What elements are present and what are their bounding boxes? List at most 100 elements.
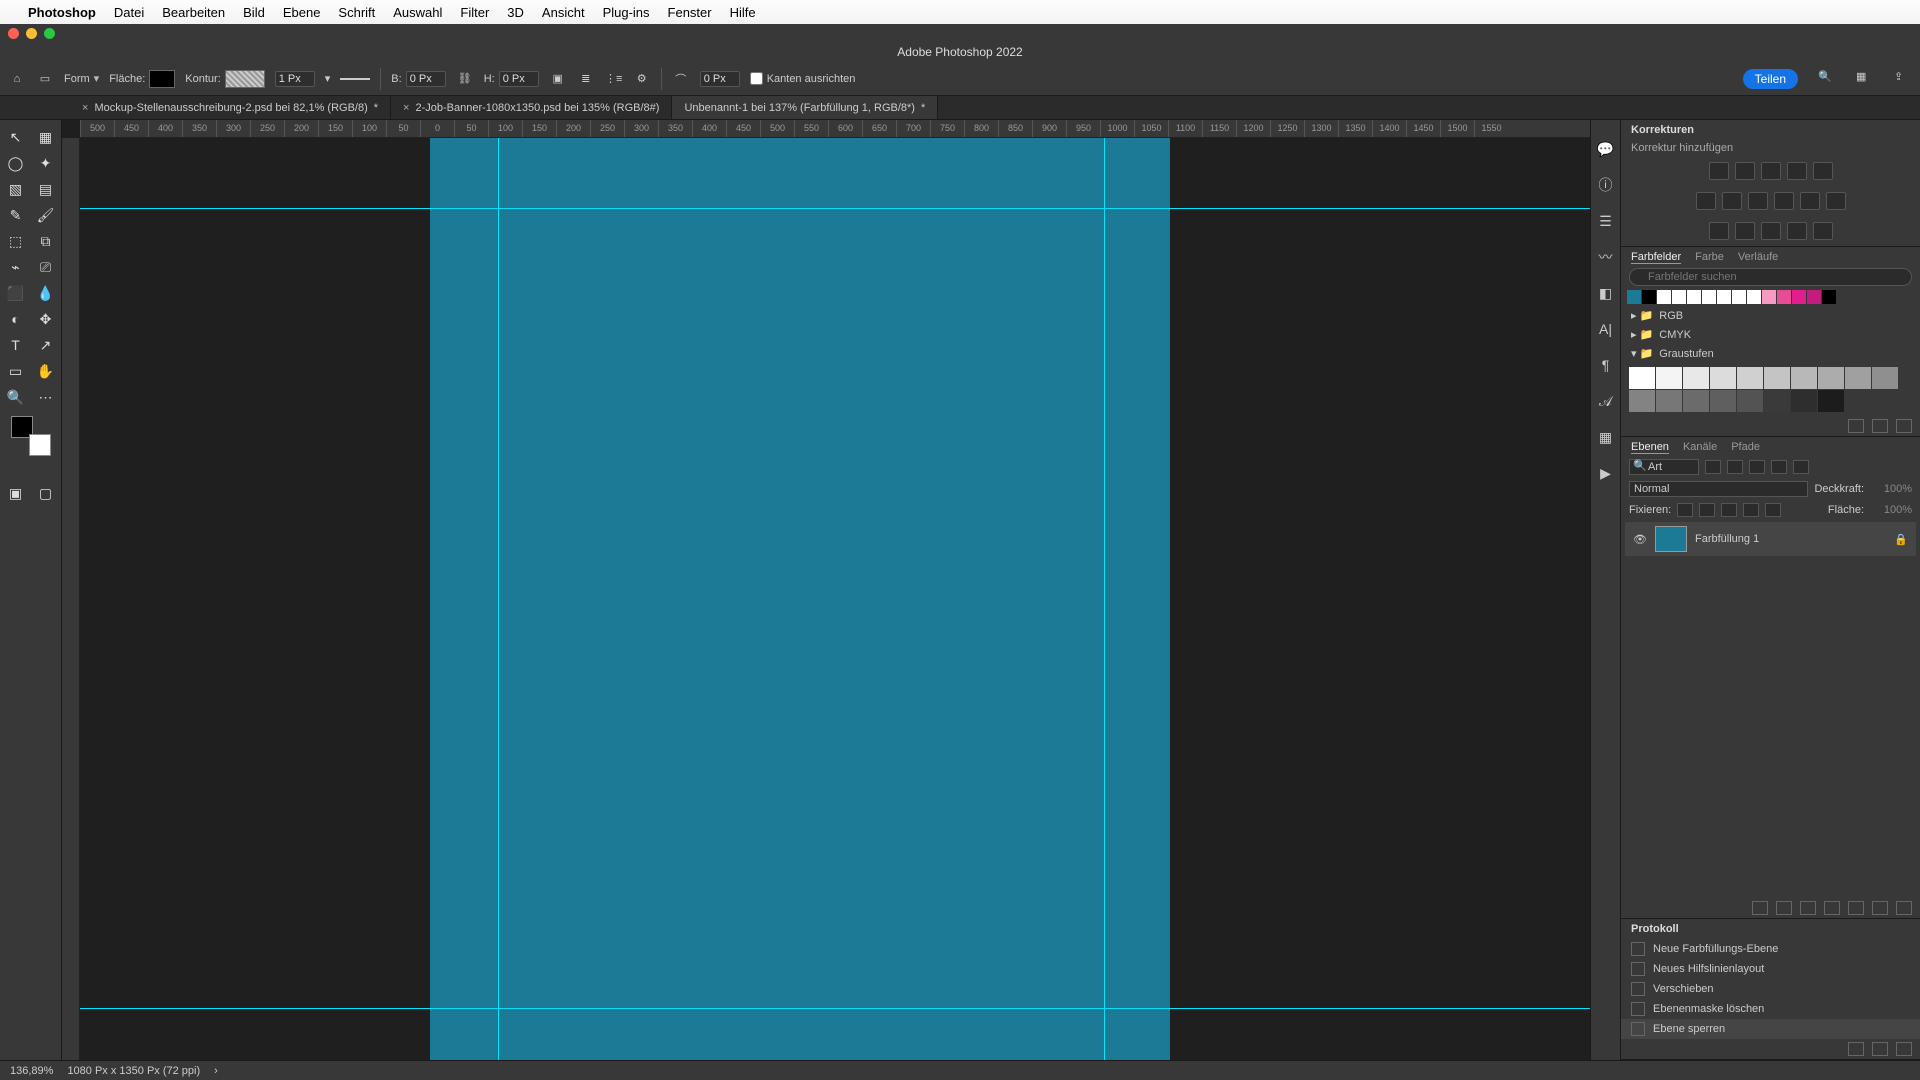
photo-filter-icon[interactable] bbox=[1774, 192, 1794, 210]
pen-tool[interactable]: ✥ bbox=[31, 306, 61, 332]
menu-window[interactable]: Fenster bbox=[668, 5, 712, 20]
swatch[interactable] bbox=[1737, 367, 1763, 389]
actions-panel-icon[interactable]: ▶ bbox=[1597, 464, 1615, 482]
guide-horizontal[interactable] bbox=[80, 1008, 1590, 1009]
dodge-tool[interactable]: ◐ bbox=[1, 306, 31, 332]
swatch[interactable] bbox=[1683, 390, 1709, 412]
tab-layers[interactable]: Ebenen bbox=[1631, 441, 1669, 454]
swatch[interactable] bbox=[1792, 290, 1806, 304]
width-input[interactable] bbox=[406, 71, 446, 87]
menu-help[interactable]: Hilfe bbox=[730, 5, 756, 20]
document-dimensions[interactable]: 1080 Px x 1350 Px (72 ppi) bbox=[67, 1065, 200, 1077]
paragraph-panel-icon[interactable]: ¶ bbox=[1597, 356, 1615, 374]
canvas-stage[interactable] bbox=[80, 138, 1590, 1060]
tab-paths[interactable]: Pfade bbox=[1731, 441, 1760, 454]
swatch[interactable] bbox=[1791, 390, 1817, 412]
delete-layer-icon[interactable] bbox=[1896, 901, 1912, 915]
swatches-search-input[interactable] bbox=[1629, 268, 1912, 286]
menu-type[interactable]: Schrift bbox=[338, 5, 375, 20]
stroke-style-picker[interactable] bbox=[340, 78, 370, 80]
healing-brush-tool[interactable]: 🖌 bbox=[31, 202, 61, 228]
filter-smartobject-icon[interactable] bbox=[1793, 460, 1809, 474]
layer-visibility-icon[interactable]: 👁 bbox=[1633, 533, 1647, 546]
swatch-group-rgb[interactable]: ▸ 📁 RGB bbox=[1621, 306, 1920, 325]
swatch[interactable] bbox=[1747, 290, 1761, 304]
frame-tool[interactable]: ▤ bbox=[31, 176, 61, 202]
cloud-docs-icon[interactable]: ⇪ bbox=[1894, 70, 1912, 88]
move-tool[interactable]: ↖ bbox=[1, 124, 31, 150]
path-operations-icon[interactable]: ▣ bbox=[549, 70, 567, 88]
swatch[interactable] bbox=[1737, 390, 1763, 412]
window-zoom-icon[interactable] bbox=[44, 28, 55, 39]
swatch[interactable] bbox=[1717, 290, 1731, 304]
artboard-tool[interactable]: ▦ bbox=[31, 124, 61, 150]
layer-thumbnail[interactable] bbox=[1655, 526, 1687, 552]
swatch-group-cmyk[interactable]: ▸ 📁 CMYK bbox=[1621, 325, 1920, 344]
delete-swatch-icon[interactable] bbox=[1896, 419, 1912, 433]
horizontal-ruler[interactable]: 5004504003503002502001501005005010015020… bbox=[80, 120, 1590, 138]
menu-file[interactable]: Datei bbox=[114, 5, 144, 20]
history-state[interactable]: Ebene sperren bbox=[1621, 1019, 1920, 1039]
color-balance-icon[interactable] bbox=[1722, 192, 1742, 210]
fill-value[interactable]: 100% bbox=[1870, 504, 1912, 516]
character-panel-icon[interactable]: A| bbox=[1597, 320, 1615, 338]
stroke-color-picker[interactable] bbox=[225, 70, 265, 88]
lock-all-icon[interactable] bbox=[1765, 503, 1781, 517]
tab-channels[interactable]: Kanäle bbox=[1683, 441, 1717, 454]
history-brush-tool[interactable]: ⌁ bbox=[1, 254, 31, 280]
document-tab[interactable]: ×2-Job-Banner-1080x1350.psd bei 135% (RG… bbox=[391, 96, 672, 119]
blur-tool[interactable]: 💧 bbox=[31, 280, 61, 306]
curves-icon[interactable] bbox=[1761, 162, 1781, 180]
magic-wand-tool[interactable]: ✦ bbox=[31, 150, 61, 176]
zoom-tool[interactable]: 🔍 bbox=[1, 384, 31, 410]
window-close-icon[interactable] bbox=[8, 28, 19, 39]
filter-pixel-icon[interactable] bbox=[1705, 460, 1721, 474]
layer-style-icon[interactable] bbox=[1776, 901, 1792, 915]
swatch[interactable] bbox=[1629, 390, 1655, 412]
quick-mask-icon[interactable]: ▣ bbox=[1, 480, 31, 506]
link-layers-icon[interactable] bbox=[1752, 901, 1768, 915]
close-tab-icon[interactable]: × bbox=[403, 102, 409, 114]
vibrance-icon[interactable] bbox=[1813, 162, 1833, 180]
swatch[interactable] bbox=[1687, 290, 1701, 304]
comments-panel-icon[interactable]: 💬 bbox=[1597, 140, 1615, 158]
adjustment-layer-icon[interactable] bbox=[1824, 901, 1840, 915]
blend-mode-select[interactable]: Normal bbox=[1629, 481, 1808, 497]
swatch[interactable] bbox=[1656, 390, 1682, 412]
swatch-group-grayscale[interactable]: ▾ 📁 Graustufen bbox=[1621, 344, 1920, 363]
swatch[interactable] bbox=[1764, 390, 1790, 412]
swatch[interactable] bbox=[1710, 390, 1736, 412]
swatch[interactable] bbox=[1629, 367, 1655, 389]
share-button[interactable]: Teilen bbox=[1743, 69, 1798, 89]
tab-swatches[interactable]: Farbfelder bbox=[1631, 251, 1681, 264]
swatch[interactable] bbox=[1656, 367, 1682, 389]
clone-stamp-tool[interactable]: ⧉ bbox=[31, 228, 61, 254]
swatch[interactable] bbox=[1764, 367, 1790, 389]
layer-row[interactable]: 👁 Farbfüllung 1 🔒 bbox=[1625, 522, 1916, 556]
screen-mode-icon[interactable]: ▢ bbox=[31, 480, 61, 506]
menu-view[interactable]: Ansicht bbox=[542, 5, 585, 20]
invert-icon[interactable] bbox=[1709, 222, 1729, 240]
home-icon[interactable]: ⌂ bbox=[8, 70, 26, 88]
opacity-value[interactable]: 100% bbox=[1870, 483, 1912, 495]
brightness-contrast-icon[interactable] bbox=[1709, 162, 1729, 180]
menu-edit[interactable]: Bearbeiten bbox=[162, 5, 225, 20]
menu-select[interactable]: Auswahl bbox=[393, 5, 442, 20]
lock-position-icon[interactable] bbox=[1721, 503, 1737, 517]
exposure-icon[interactable] bbox=[1787, 162, 1807, 180]
document-tab[interactable]: Unbenannt-1 bei 137% (Farbfüllung 1, RGB… bbox=[672, 96, 938, 119]
guide-vertical[interactable] bbox=[1104, 138, 1105, 1060]
edit-toolbar-icon[interactable]: ⋯ bbox=[31, 384, 61, 410]
swatch[interactable] bbox=[1818, 367, 1844, 389]
stroke-width-input[interactable] bbox=[275, 71, 315, 87]
swatch[interactable] bbox=[1762, 290, 1776, 304]
tab-color[interactable]: Farbe bbox=[1695, 251, 1724, 264]
swatch[interactable] bbox=[1777, 290, 1791, 304]
menu-layer[interactable]: Ebene bbox=[283, 5, 321, 20]
foreground-background-colors[interactable] bbox=[11, 416, 51, 456]
properties-panel-icon[interactable]: ☰ bbox=[1597, 212, 1615, 230]
lock-pixels-icon[interactable] bbox=[1699, 503, 1715, 517]
swatch[interactable] bbox=[1657, 290, 1671, 304]
glyphs-panel-icon[interactable]: 𝒜 bbox=[1597, 392, 1615, 410]
lock-transparency-icon[interactable] bbox=[1677, 503, 1693, 517]
